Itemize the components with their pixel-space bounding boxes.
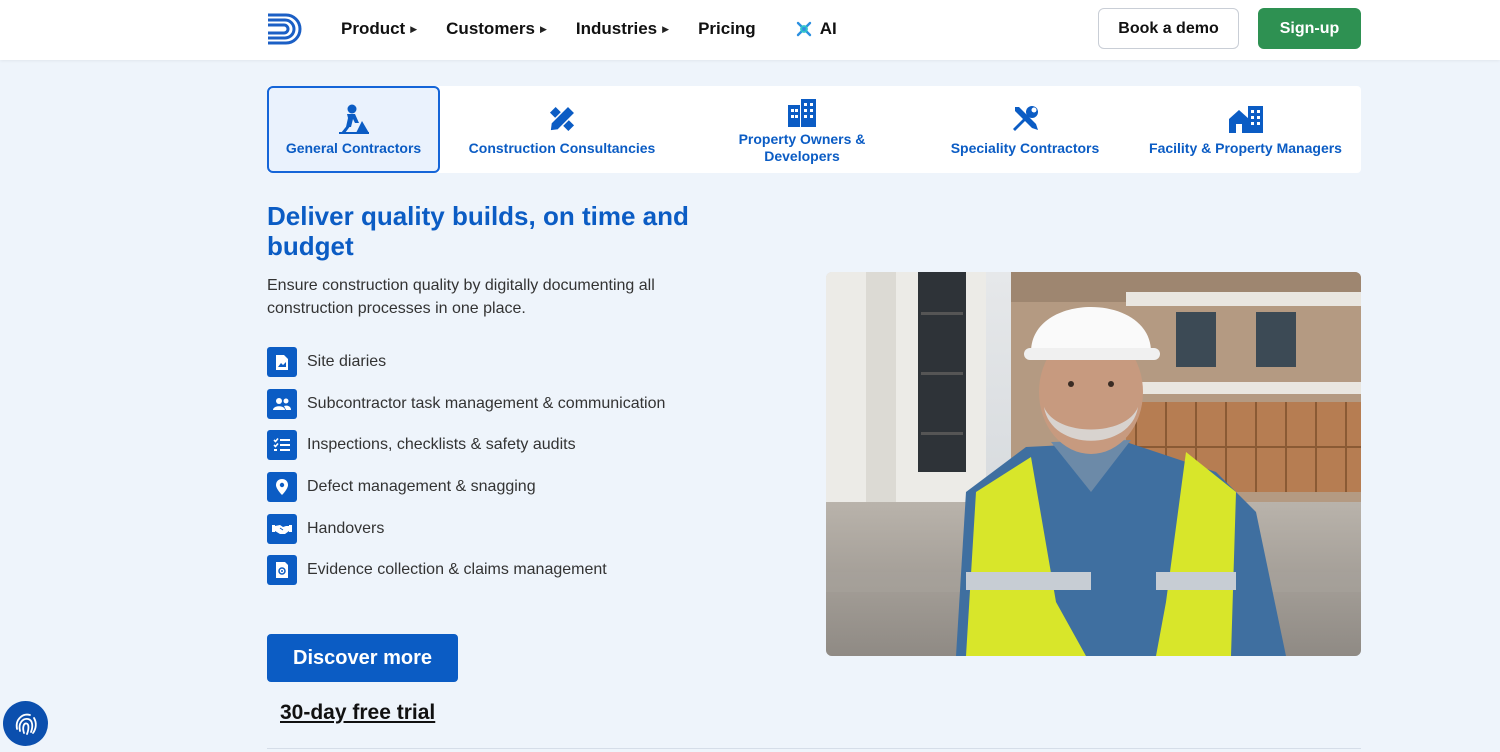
nav-ai[interactable]: AI: [795, 19, 837, 39]
nav-pricing[interactable]: Pricing: [698, 19, 756, 39]
discover-more-button[interactable]: Discover more: [267, 634, 458, 682]
tab-label: Speciality Contractors: [950, 140, 1100, 156]
nav-industries[interactable]: Industries ▶: [576, 19, 669, 39]
construction-worker-photo: [826, 272, 1361, 656]
caret-right-icon: ▶: [410, 23, 418, 34]
nav-product[interactable]: Product ▶: [341, 19, 417, 39]
feature-label: Site diaries: [307, 353, 387, 370]
tab-label: General Contractors: [285, 140, 422, 156]
document-image-icon: [267, 347, 297, 377]
list-item: Defect management & snagging: [267, 472, 737, 503]
buildings-icon: [786, 97, 818, 127]
page-subtext: Ensure construction quality by digitally…: [267, 277, 655, 317]
feature-label: Defect management & snagging: [307, 478, 536, 496]
checklist-icon: [267, 430, 297, 461]
site-header: Product ▶ Customers ▶ Industries ▶ Prici…: [0, 0, 1500, 60]
book-demo-button[interactable]: Book a demo: [1098, 8, 1239, 49]
list-item: Site diaries: [267, 347, 737, 377]
feature-label: Evidence collection & claims management: [307, 561, 607, 579]
tools-icon: [1009, 102, 1041, 136]
feature-label: Inspections, checklists & safety audits: [307, 436, 576, 454]
nav-industries-label: Industries: [575, 19, 658, 38]
worker-icon: [337, 102, 371, 136]
tab-general-contractors[interactable]: General Contractors: [267, 86, 440, 173]
house-building-icon: [1227, 102, 1265, 136]
caret-right-icon: ▶: [539, 23, 547, 34]
nav-customers[interactable]: Customers ▶: [446, 19, 547, 39]
nav-pricing-label: Pricing: [698, 19, 756, 38]
list-item: Handovers: [267, 513, 737, 544]
tab-facility-managers[interactable]: Facility & Property Managers: [1130, 86, 1361, 173]
users-icon: [267, 388, 297, 419]
pencil-ruler-icon: [546, 102, 578, 136]
tab-label: Property Owners & Developers: [738, 130, 866, 164]
page-headline: Deliver quality builds, on time and budg…: [267, 201, 689, 261]
list-item: Inspections, checklists & safety audits: [267, 430, 737, 461]
divider: [267, 748, 1361, 749]
free-trial-link[interactable]: 30-day free trial: [280, 701, 435, 725]
signup-button[interactable]: Sign-up: [1258, 8, 1361, 49]
feature-list: Site diaries Subcontractor task manageme…: [267, 347, 737, 597]
feature-label: Subcontractor task management & communic…: [307, 394, 666, 412]
list-item: Subcontractor task management & communic…: [267, 388, 737, 419]
nav-product-label: Product: [341, 19, 406, 38]
evidence-icon: [267, 555, 297, 586]
feature-label: Handovers: [307, 519, 385, 537]
list-item: Evidence collection & claims management: [267, 555, 737, 586]
nav-ai-label: AI: [819, 19, 837, 38]
fingerprint-widget-icon[interactable]: [3, 701, 48, 746]
tab-construction-consultancies[interactable]: Construction Consultancies: [440, 86, 684, 173]
tab-label: Construction Consultancies: [468, 140, 656, 156]
industry-tabs: General Contractors Construction Consult…: [267, 86, 1361, 173]
ai-sparkle-icon: [796, 21, 811, 37]
handshake-icon: [267, 513, 297, 544]
tab-speciality-contractors[interactable]: Speciality Contractors: [920, 86, 1130, 173]
tab-property-owners[interactable]: Property Owners & Developers: [684, 86, 920, 173]
tab-label: Facility & Property Managers: [1149, 140, 1342, 156]
main-nav: Product ▶ Customers ▶ Industries ▶ Prici…: [341, 0, 866, 58]
logo-icon[interactable]: [266, 12, 302, 46]
location-pin-icon: [267, 472, 297, 503]
caret-right-icon: ▶: [662, 23, 670, 34]
nav-customers-label: Customers: [446, 19, 535, 38]
